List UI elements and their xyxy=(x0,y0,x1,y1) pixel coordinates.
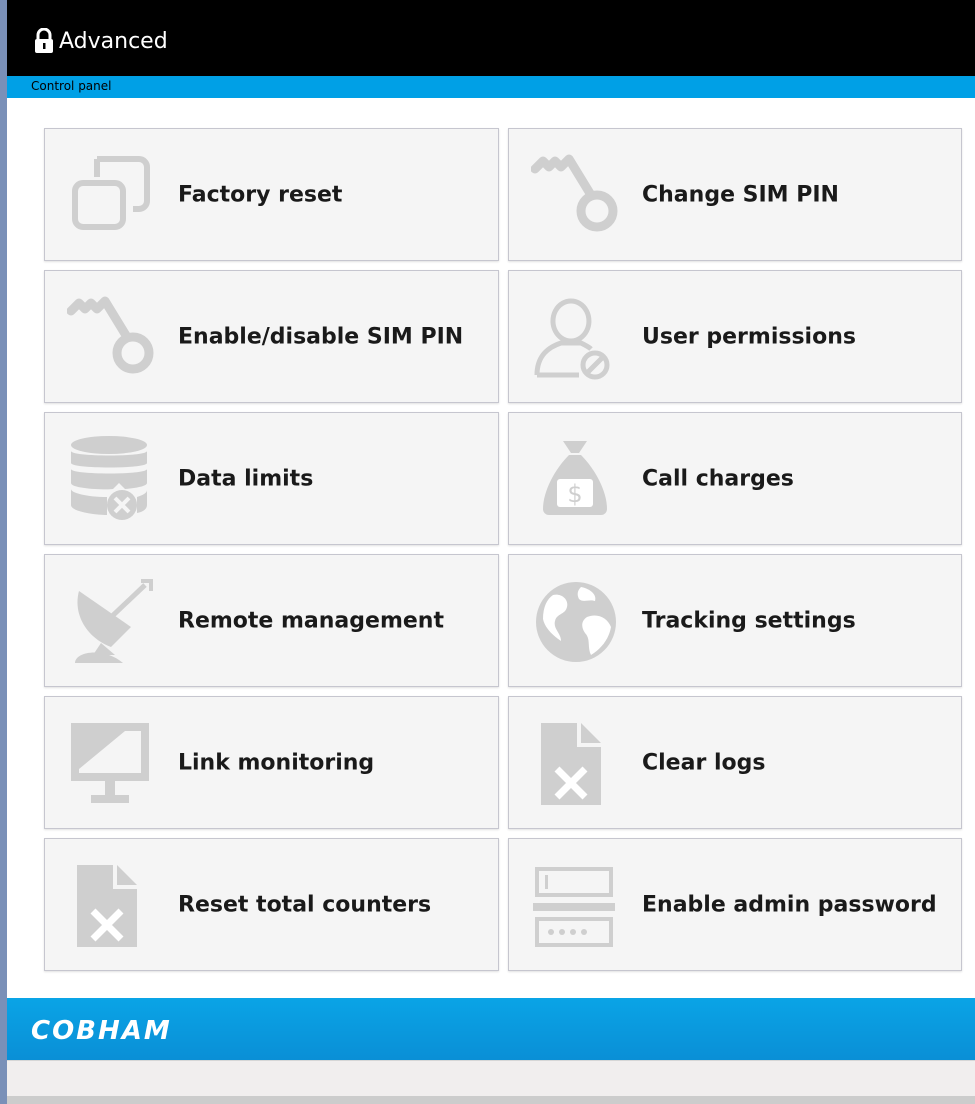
monitor-icon xyxy=(71,723,149,803)
window-left-border xyxy=(0,0,7,1104)
tile-label: Factory reset xyxy=(178,182,343,207)
tile-label: Remote management xyxy=(178,608,444,633)
globe-icon xyxy=(536,582,616,662)
tile-label: Change SIM PIN xyxy=(642,182,839,207)
lock-icon xyxy=(35,28,53,53)
cobham-logo: COBHAM xyxy=(31,1016,172,1046)
tile-label: Link monitoring xyxy=(178,750,375,775)
tile-factory-reset[interactable]: Factory reset xyxy=(44,128,499,261)
tile-change-sim-pin[interactable]: Change SIM PIN xyxy=(508,128,962,261)
header-bar: Advanced xyxy=(7,0,975,78)
database-x-icon xyxy=(71,436,147,520)
footer-bar: COBHAM xyxy=(7,998,975,1060)
breadcrumb-bar: Control panel xyxy=(7,76,975,98)
tile-tracking-settings[interactable]: Tracking settings xyxy=(508,554,962,687)
user-permissions-icon xyxy=(534,298,610,380)
tile-remote-management[interactable]: Remote management xyxy=(44,554,499,687)
tile-label: Data limits xyxy=(178,466,314,491)
factory-reset-icon xyxy=(72,156,150,230)
satellite-dish-icon xyxy=(75,579,153,663)
tile-label: Enable/disable SIM PIN xyxy=(178,324,464,349)
tile-label: Enable admin password xyxy=(642,892,937,917)
status-strip xyxy=(7,1060,975,1097)
tile-label: User permissions xyxy=(642,324,856,349)
brand-text: COBHAM xyxy=(31,1016,172,1046)
tile-clear-logs[interactable]: Clear logs xyxy=(508,696,962,829)
tile-user-permissions[interactable]: User permissions xyxy=(508,270,962,403)
tile-call-charges[interactable]: $ Call charges xyxy=(508,412,962,545)
password-field-icon xyxy=(533,867,615,947)
key-icon xyxy=(67,296,154,374)
tile-label: Reset total counters xyxy=(178,892,432,917)
tile-enable-disable-sim-pin[interactable]: Enable/disable SIM PIN xyxy=(44,270,499,403)
tile-data-limits[interactable]: Data limits xyxy=(44,412,499,545)
tile-enable-admin-password[interactable]: Enable admin password xyxy=(508,838,962,971)
tile-label: Call charges xyxy=(642,466,794,491)
tile-label: Tracking settings xyxy=(642,608,856,633)
key-icon xyxy=(531,154,618,232)
document-x-icon xyxy=(77,865,137,947)
bottom-border xyxy=(7,1096,975,1104)
control-panel-grid: Factory reset Change SIM PIN Enable/disa… xyxy=(44,128,962,971)
breadcrumb[interactable]: Control panel xyxy=(31,79,111,93)
tile-link-monitoring[interactable]: Link monitoring xyxy=(44,696,499,829)
app-window: Advanced Control panel Factory reset Cha… xyxy=(0,0,975,1104)
document-x-icon xyxy=(541,723,601,805)
page-title: Advanced xyxy=(33,28,168,54)
tile-reset-total-counters[interactable]: Reset total counters xyxy=(44,838,499,971)
tile-label: Clear logs xyxy=(642,750,766,775)
money-bag-icon: $ xyxy=(543,441,607,515)
page-title-text: Advanced xyxy=(59,28,168,54)
svg-text:$: $ xyxy=(567,480,582,508)
